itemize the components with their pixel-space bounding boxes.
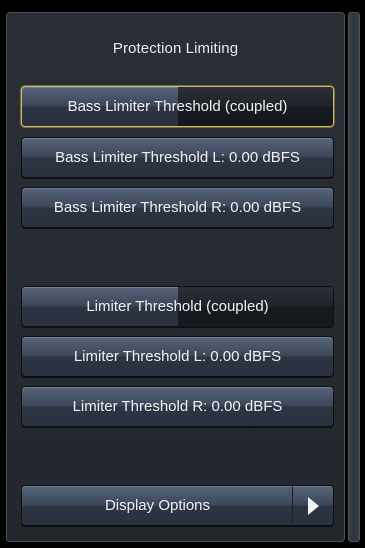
panel-scrollbar[interactable] [348,12,360,542]
limiter-threshold-right-label: Limiter Threshold R: 0.00 dBFS [72,398,283,415]
limiter-threshold-coupled-label: Limiter Threshold (coupled) [86,298,269,315]
limiter-threshold-coupled-button[interactable]: Limiter Threshold (coupled) [21,286,334,327]
page-title: Protection Limiting [112,40,239,57]
app-window: Protection Limiting Bass Limiter Thresho… [0,0,365,548]
bass-limiter-threshold-right-label: Bass Limiter Threshold R: 0.00 dBFS [53,199,302,216]
limiter-threshold-right-button[interactable]: Limiter Threshold R: 0.00 dBFS [21,386,334,427]
display-options-label: Display Options [104,497,211,514]
bass-limiter-threshold-coupled-label: Bass Limiter Threshold (coupled) [67,98,288,115]
display-options-button[interactable]: Display Options [21,485,334,526]
limiter-threshold-left-label: Limiter Threshold L: 0.00 dBFS [73,348,282,365]
display-options-arrow-box[interactable] [292,486,333,525]
play-arrow-icon [307,496,319,515]
bass-limiter-threshold-coupled-button[interactable]: Bass Limiter Threshold (coupled) [21,86,334,127]
bass-limiter-threshold-right-button[interactable]: Bass Limiter Threshold R: 0.00 dBFS [21,187,334,228]
bass-limiter-threshold-left-label: Bass Limiter Threshold L: 0.00 dBFS [55,149,300,166]
bass-limiter-threshold-left-button[interactable]: Bass Limiter Threshold L: 0.00 dBFS [21,137,334,178]
limiter-threshold-left-button[interactable]: Limiter Threshold L: 0.00 dBFS [21,336,334,377]
